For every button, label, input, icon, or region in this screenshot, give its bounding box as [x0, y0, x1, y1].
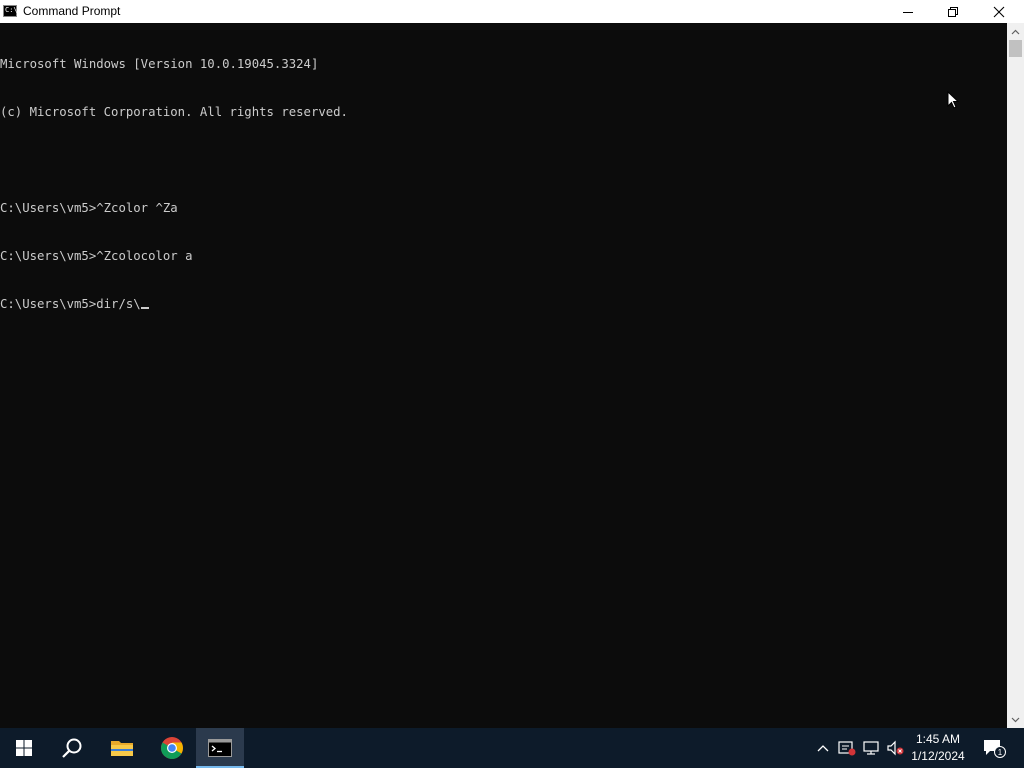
scroll-up-button[interactable]	[1007, 23, 1024, 40]
file-explorer-button[interactable]	[98, 728, 146, 768]
vertical-scrollbar[interactable]	[1007, 23, 1024, 728]
console-line: (c) Microsoft Corporation. All rights re…	[0, 105, 348, 119]
console-output[interactable]: Microsoft Windows [Version 10.0.19045.33…	[0, 23, 1007, 728]
search-button[interactable]	[48, 728, 96, 768]
title-bar[interactable]: C:\ Command Prompt	[0, 0, 1024, 23]
chevron-down-icon	[1011, 717, 1020, 722]
console-input-line[interactable]: C:\Users\vm5>dir/s\	[0, 296, 348, 312]
cmd-icon	[208, 739, 232, 757]
mouse-pointer-icon	[947, 91, 959, 109]
restore-icon	[948, 6, 958, 17]
taskbar: 1:45 AM 1/12/2024 1	[0, 728, 1024, 768]
close-button[interactable]	[976, 0, 1022, 23]
scrollbar-thumb[interactable]	[1009, 40, 1022, 57]
security-tray-button[interactable]	[836, 728, 858, 768]
volume-muted-icon	[887, 740, 904, 756]
show-hidden-icons-button[interactable]	[814, 728, 832, 768]
console-line: C:\Users\vm5>^Zcolor ^Za	[0, 201, 178, 215]
notification-count: 1	[998, 748, 1003, 757]
window-title: Command Prompt	[23, 4, 121, 18]
text-cursor	[140, 307, 149, 309]
chevron-up-icon	[1011, 29, 1020, 34]
cmd-app-icon: C:\	[3, 5, 18, 17]
console-line: C:\Users\vm5>^Zcolocolor a	[0, 249, 193, 263]
notification-icon: 1	[984, 740, 1006, 758]
console-current-input: C:\Users\vm5>dir/s\	[0, 297, 141, 311]
clock-time: 1:45 AM	[915, 732, 961, 746]
volume-tray-button[interactable]	[884, 728, 906, 768]
chrome-button[interactable]	[148, 728, 196, 768]
search-icon	[62, 738, 82, 758]
folder-icon	[111, 741, 133, 756]
notification-center-button[interactable]: 1	[978, 728, 1010, 768]
windows-logo-icon	[16, 740, 32, 756]
taskbar-clock[interactable]: 1:45 AM 1/12/2024	[908, 731, 968, 765]
minimize-button[interactable]	[885, 0, 931, 23]
clock-date: 1/12/2024	[911, 749, 965, 763]
chrome-icon	[161, 737, 183, 759]
scroll-down-button[interactable]	[1007, 711, 1024, 728]
console-line: Microsoft Windows [Version 10.0.19045.33…	[0, 57, 319, 71]
restore-button[interactable]	[930, 0, 976, 23]
start-button[interactable]	[0, 728, 48, 768]
network-icon	[863, 741, 879, 755]
network-tray-button[interactable]	[860, 728, 882, 768]
minimize-icon	[903, 11, 913, 13]
command-prompt-taskbar-button[interactable]	[196, 728, 244, 768]
close-icon	[993, 6, 1005, 17]
security-icon	[838, 741, 856, 756]
chevron-up-icon	[817, 745, 829, 752]
